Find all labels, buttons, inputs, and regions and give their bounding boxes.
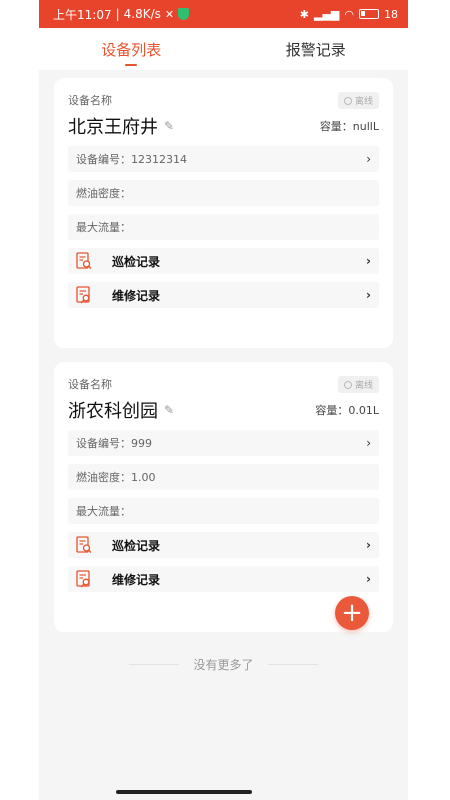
device-name-label: 设备名称 — [68, 94, 112, 107]
fuel-density-text: 燃油密度： — [76, 187, 131, 200]
status-badge-text: 离线 — [354, 381, 373, 391]
device-list: 设备名称 离线 北京王府井 ✎ 容量：nullL 设备编号：12312314 ›… — [54, 78, 393, 646]
serial-text: 设备编号：999 — [76, 437, 152, 450]
divider — [129, 664, 180, 665]
inspection-icon — [76, 252, 92, 270]
repair-records-row[interactable]: 维修记录 › — [68, 282, 379, 308]
chevron-right-icon: › — [366, 572, 371, 586]
fuel-density-row: 燃油密度： — [68, 180, 379, 206]
tab-alarm-records[interactable]: 报警记录 — [224, 28, 409, 70]
tab-device-list[interactable]: 设备列表 — [39, 28, 224, 70]
offline-icon — [343, 380, 352, 389]
max-flow-text: 最大流量： — [76, 221, 131, 234]
device-card[interactable]: 设备名称 离线 北京王府井 ✎ 容量：nullL 设备编号：12312314 ›… — [54, 78, 393, 348]
device-name: 浙农科创园 — [68, 401, 158, 422]
repair-icon — [76, 286, 92, 304]
battery-icon — [359, 9, 379, 19]
max-flow-row: 最大流量： — [68, 214, 379, 240]
tab-bar: 设备列表 报警记录 — [39, 28, 408, 70]
no-more-text: 没有更多了 — [193, 658, 254, 672]
serial-text: 设备编号：12312314 — [76, 153, 187, 166]
repair-records-label: 维修记录 — [112, 288, 161, 303]
inspection-icon — [76, 536, 92, 554]
chevron-right-icon: › — [366, 254, 371, 268]
home-indicator[interactable] — [116, 790, 252, 794]
edit-icon[interactable]: ✎ — [164, 403, 174, 417]
chevron-right-icon: › — [366, 436, 371, 450]
divider — [267, 664, 318, 665]
fuel-density-row: 燃油密度：1.00 — [68, 464, 379, 490]
device-name: 北京王府井 — [68, 117, 158, 138]
add-device-button[interactable]: + — [335, 596, 369, 630]
chevron-right-icon: › — [366, 152, 371, 166]
status-network-speed: 4.8K/s — [123, 7, 161, 21]
inspection-records-row[interactable]: 巡检记录 › — [68, 248, 379, 274]
repair-icon — [76, 570, 92, 588]
chevron-right-icon: › — [366, 538, 371, 552]
plus-icon: + — [341, 598, 363, 628]
capacity: 容量：nullL — [319, 120, 379, 133]
inspection-records-label: 巡检记录 — [112, 254, 161, 269]
signal-icon: ▂▄▆ — [314, 7, 340, 21]
device-card[interactable]: 设备名称 离线 浙农科创园 ✎ 容量：0.01L 设备编号：999 › 燃油密度… — [54, 362, 393, 632]
edit-icon[interactable]: ✎ — [164, 119, 174, 133]
serial-row[interactable]: 设备编号：12312314 › — [68, 146, 379, 172]
max-flow-row: 最大流量： — [68, 498, 379, 524]
repair-records-row[interactable]: 维修记录 › — [68, 566, 379, 592]
chevron-right-icon: › — [366, 288, 371, 302]
app-screen: 上午11:07 | 4.8K/s ✕ ✱ ▂▄▆ ◠ 18 设备列表 报警记录 … — [39, 0, 408, 800]
status-time: 上午11:07 — [53, 7, 112, 22]
serial-row[interactable]: 设备编号：999 › — [68, 430, 379, 456]
status-badge: 离线 — [337, 376, 379, 393]
shield-icon — [178, 8, 190, 20]
wifi-icon: ◠ — [344, 7, 354, 21]
repair-records-label: 维修记录 — [112, 572, 161, 587]
battery-level: 18 — [384, 7, 398, 21]
bluetooth-icon: ✱ — [299, 7, 309, 21]
offline-icon — [343, 96, 352, 105]
device-name-label: 设备名称 — [68, 378, 112, 391]
fuel-density-text: 燃油密度：1.00 — [76, 471, 156, 484]
mute-icon: ✕ — [164, 7, 175, 21]
status-badge: 离线 — [337, 92, 379, 109]
status-badge-text: 离线 — [354, 97, 373, 107]
inspection-records-label: 巡检记录 — [112, 538, 161, 553]
max-flow-text: 最大流量： — [76, 505, 131, 518]
capacity: 容量：0.01L — [315, 404, 379, 417]
inspection-records-row[interactable]: 巡检记录 › — [68, 532, 379, 558]
status-bar: 上午11:07 | 4.8K/s ✕ ✱ ▂▄▆ ◠ 18 — [39, 0, 408, 28]
list-end-indicator: 没有更多了 — [39, 656, 408, 673]
